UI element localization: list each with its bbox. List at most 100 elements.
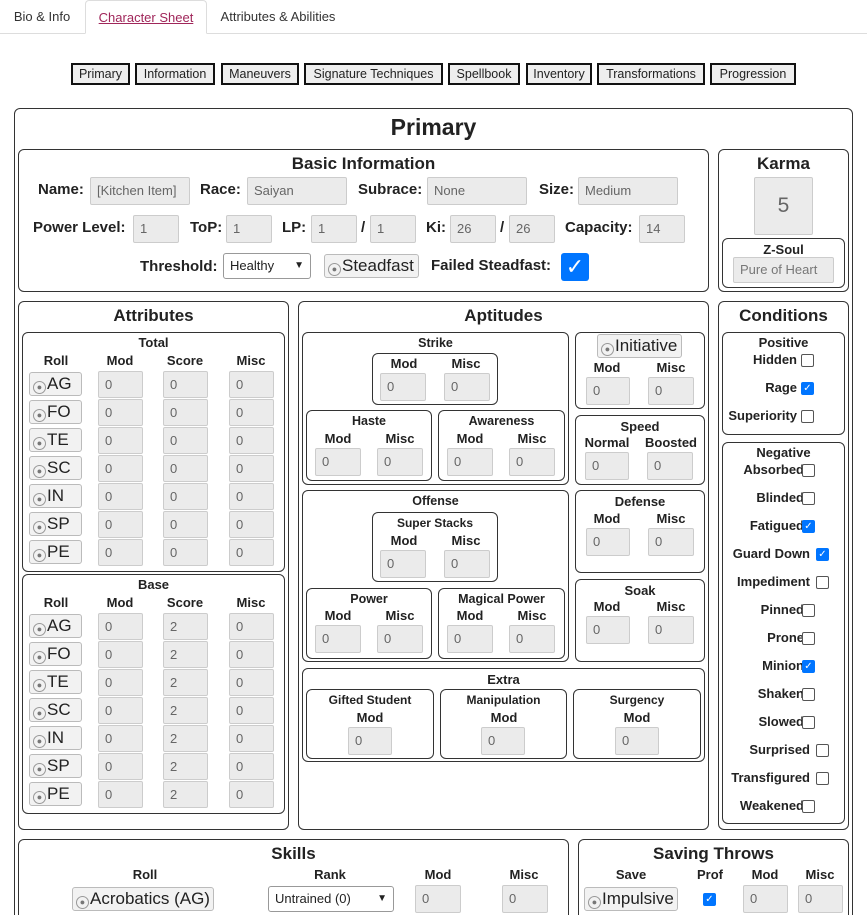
base-roll-in-button[interactable]: ● IN xyxy=(29,726,82,750)
manipulation-mod-field[interactable]: 0 xyxy=(481,727,525,755)
total-pe-mod-field[interactable]: 0 xyxy=(98,539,143,566)
super-stacks-misc-field[interactable]: 0 xyxy=(444,550,490,578)
magical-power-misc-field[interactable]: 0 xyxy=(509,625,555,653)
condition-fatigued-checkbox[interactable]: ✓ xyxy=(802,520,815,533)
base-ag-mod-field[interactable]: 0 xyxy=(98,613,143,640)
total-sc-mod-field[interactable]: 0 xyxy=(98,455,143,482)
base-te-misc-field[interactable]: 0 xyxy=(229,669,274,696)
strike-misc-field[interactable]: 0 xyxy=(444,373,490,401)
soak-mod-field[interactable]: 0 xyxy=(586,616,630,644)
total-sc-score-field[interactable]: 0 xyxy=(163,455,208,482)
initiative-button[interactable]: ● Initiative xyxy=(597,334,682,358)
condition-blinded-checkbox[interactable] xyxy=(802,492,815,505)
total-in-mod-field[interactable]: 0 xyxy=(98,483,143,510)
strike-mod-field[interactable]: 0 xyxy=(380,373,426,401)
base-roll-sp-button[interactable]: ● SP xyxy=(29,754,82,778)
impulsive-mod-field[interactable]: 0 xyxy=(743,885,788,913)
total-roll-fo-button[interactable]: ● FO xyxy=(29,400,82,424)
base-roll-fo-button[interactable]: ● FO xyxy=(29,642,82,666)
subtab-maneuvers[interactable]: Maneuvers xyxy=(221,63,299,85)
initiative-mod-field[interactable]: 0 xyxy=(586,377,630,405)
total-sp-mod-field[interactable]: 0 xyxy=(98,511,143,538)
top-field[interactable]: 1 xyxy=(226,215,272,243)
base-ag-misc-field[interactable]: 0 xyxy=(229,613,274,640)
impulsive-save-button[interactable]: ● Impulsive xyxy=(584,887,678,911)
condition-superiority-checkbox[interactable] xyxy=(801,410,814,423)
size-field[interactable]: Medium xyxy=(578,177,678,205)
tab-attributes-abilities[interactable]: Attributes & Abilities xyxy=(208,0,348,34)
base-in-misc-field[interactable]: 0 xyxy=(229,725,274,752)
lp-max-field[interactable]: 1 xyxy=(370,215,416,243)
threshold-select[interactable]: Healthy ▼ xyxy=(223,253,311,279)
condition-slowed-checkbox[interactable] xyxy=(802,716,815,729)
subtab-inventory[interactable]: Inventory xyxy=(526,63,592,85)
condition-surprised-checkbox[interactable] xyxy=(816,744,829,757)
acrobatics-mod-field[interactable]: 0 xyxy=(415,885,461,913)
condition-absorbed-checkbox[interactable] xyxy=(802,464,815,477)
defense-misc-field[interactable]: 0 xyxy=(648,528,694,556)
base-fo-mod-field[interactable]: 0 xyxy=(98,641,143,668)
base-te-score-field[interactable]: 2 xyxy=(163,669,208,696)
total-fo-misc-field[interactable]: 0 xyxy=(229,399,274,426)
base-sp-mod-field[interactable]: 0 xyxy=(98,753,143,780)
subtab-signature-techniques[interactable]: Signature Techniques xyxy=(304,63,443,85)
initiative-misc-field[interactable]: 0 xyxy=(648,377,694,405)
subtab-information[interactable]: Information xyxy=(135,63,215,85)
total-te-mod-field[interactable]: 0 xyxy=(98,427,143,454)
base-sc-score-field[interactable]: 2 xyxy=(163,697,208,724)
condition-rage-checkbox[interactable]: ✓ xyxy=(801,382,814,395)
acrobatics-rank-select[interactable]: Untrained (0) ▼ xyxy=(268,886,394,912)
base-sp-misc-field[interactable]: 0 xyxy=(229,753,274,780)
subtab-spellbook[interactable]: Spellbook xyxy=(448,63,520,85)
total-roll-sc-button[interactable]: ● SC xyxy=(29,456,82,480)
condition-minion-checkbox[interactable]: ✓ xyxy=(802,660,815,673)
super-stacks-mod-field[interactable]: 0 xyxy=(380,550,426,578)
base-fo-score-field[interactable]: 2 xyxy=(163,641,208,668)
condition-hidden-checkbox[interactable] xyxy=(801,354,814,367)
base-sc-misc-field[interactable]: 0 xyxy=(229,697,274,724)
subtab-progression[interactable]: Progression xyxy=(710,63,796,85)
total-in-score-field[interactable]: 0 xyxy=(163,483,208,510)
base-sp-score-field[interactable]: 2 xyxy=(163,753,208,780)
total-ag-score-field[interactable]: 0 xyxy=(163,371,208,398)
subtab-transformations[interactable]: Transformations xyxy=(597,63,705,85)
failed-steadfast-checkbox[interactable]: ✓ xyxy=(561,253,589,281)
base-pe-score-field[interactable]: 2 xyxy=(163,781,208,808)
total-roll-in-button[interactable]: ● IN xyxy=(29,484,82,508)
name-field[interactable]: [Kitchen Item] xyxy=(90,177,190,205)
total-sp-score-field[interactable]: 0 xyxy=(163,511,208,538)
condition-pinned-checkbox[interactable] xyxy=(802,604,815,617)
base-roll-te-button[interactable]: ● TE xyxy=(29,670,82,694)
ki-field[interactable]: 26 xyxy=(450,215,496,243)
surgency-mod-field[interactable]: 0 xyxy=(615,727,659,755)
total-te-score-field[interactable]: 0 xyxy=(163,427,208,454)
total-te-misc-field[interactable]: 0 xyxy=(229,427,274,454)
total-roll-te-button[interactable]: ● TE xyxy=(29,428,82,452)
base-roll-pe-button[interactable]: ● PE xyxy=(29,782,82,806)
magical-power-mod-field[interactable]: 0 xyxy=(447,625,493,653)
ki-max-field[interactable]: 26 xyxy=(509,215,555,243)
speed-normal-field[interactable]: 0 xyxy=(585,452,629,480)
base-in-score-field[interactable]: 2 xyxy=(163,725,208,752)
base-pe-misc-field[interactable]: 0 xyxy=(229,781,274,808)
base-in-mod-field[interactable]: 0 xyxy=(98,725,143,752)
total-fo-mod-field[interactable]: 0 xyxy=(98,399,143,426)
acrobatics-roll-button[interactable]: ● Acrobatics (AG) xyxy=(72,887,214,911)
condition-weakened-checkbox[interactable] xyxy=(802,800,815,813)
total-fo-score-field[interactable]: 0 xyxy=(163,399,208,426)
condition-prone-checkbox[interactable] xyxy=(802,632,815,645)
base-ag-score-field[interactable]: 2 xyxy=(163,613,208,640)
impulsive-misc-field[interactable]: 0 xyxy=(798,885,843,913)
condition-transfigured-checkbox[interactable] xyxy=(816,772,829,785)
soak-misc-field[interactable]: 0 xyxy=(648,616,694,644)
total-roll-ag-button[interactable]: ● AG xyxy=(29,372,82,396)
total-roll-pe-button[interactable]: ● PE xyxy=(29,540,82,564)
acrobatics-misc-field[interactable]: 0 xyxy=(502,885,548,913)
impulsive-prof-checkbox[interactable]: ✓ xyxy=(703,893,716,906)
base-roll-ag-button[interactable]: ● AG xyxy=(29,614,82,638)
zsoul-field[interactable]: Pure of Heart xyxy=(733,257,834,283)
subrace-field[interactable]: None xyxy=(427,177,527,205)
lp-field[interactable]: 1 xyxy=(311,215,357,243)
total-pe-score-field[interactable]: 0 xyxy=(163,539,208,566)
base-fo-misc-field[interactable]: 0 xyxy=(229,641,274,668)
